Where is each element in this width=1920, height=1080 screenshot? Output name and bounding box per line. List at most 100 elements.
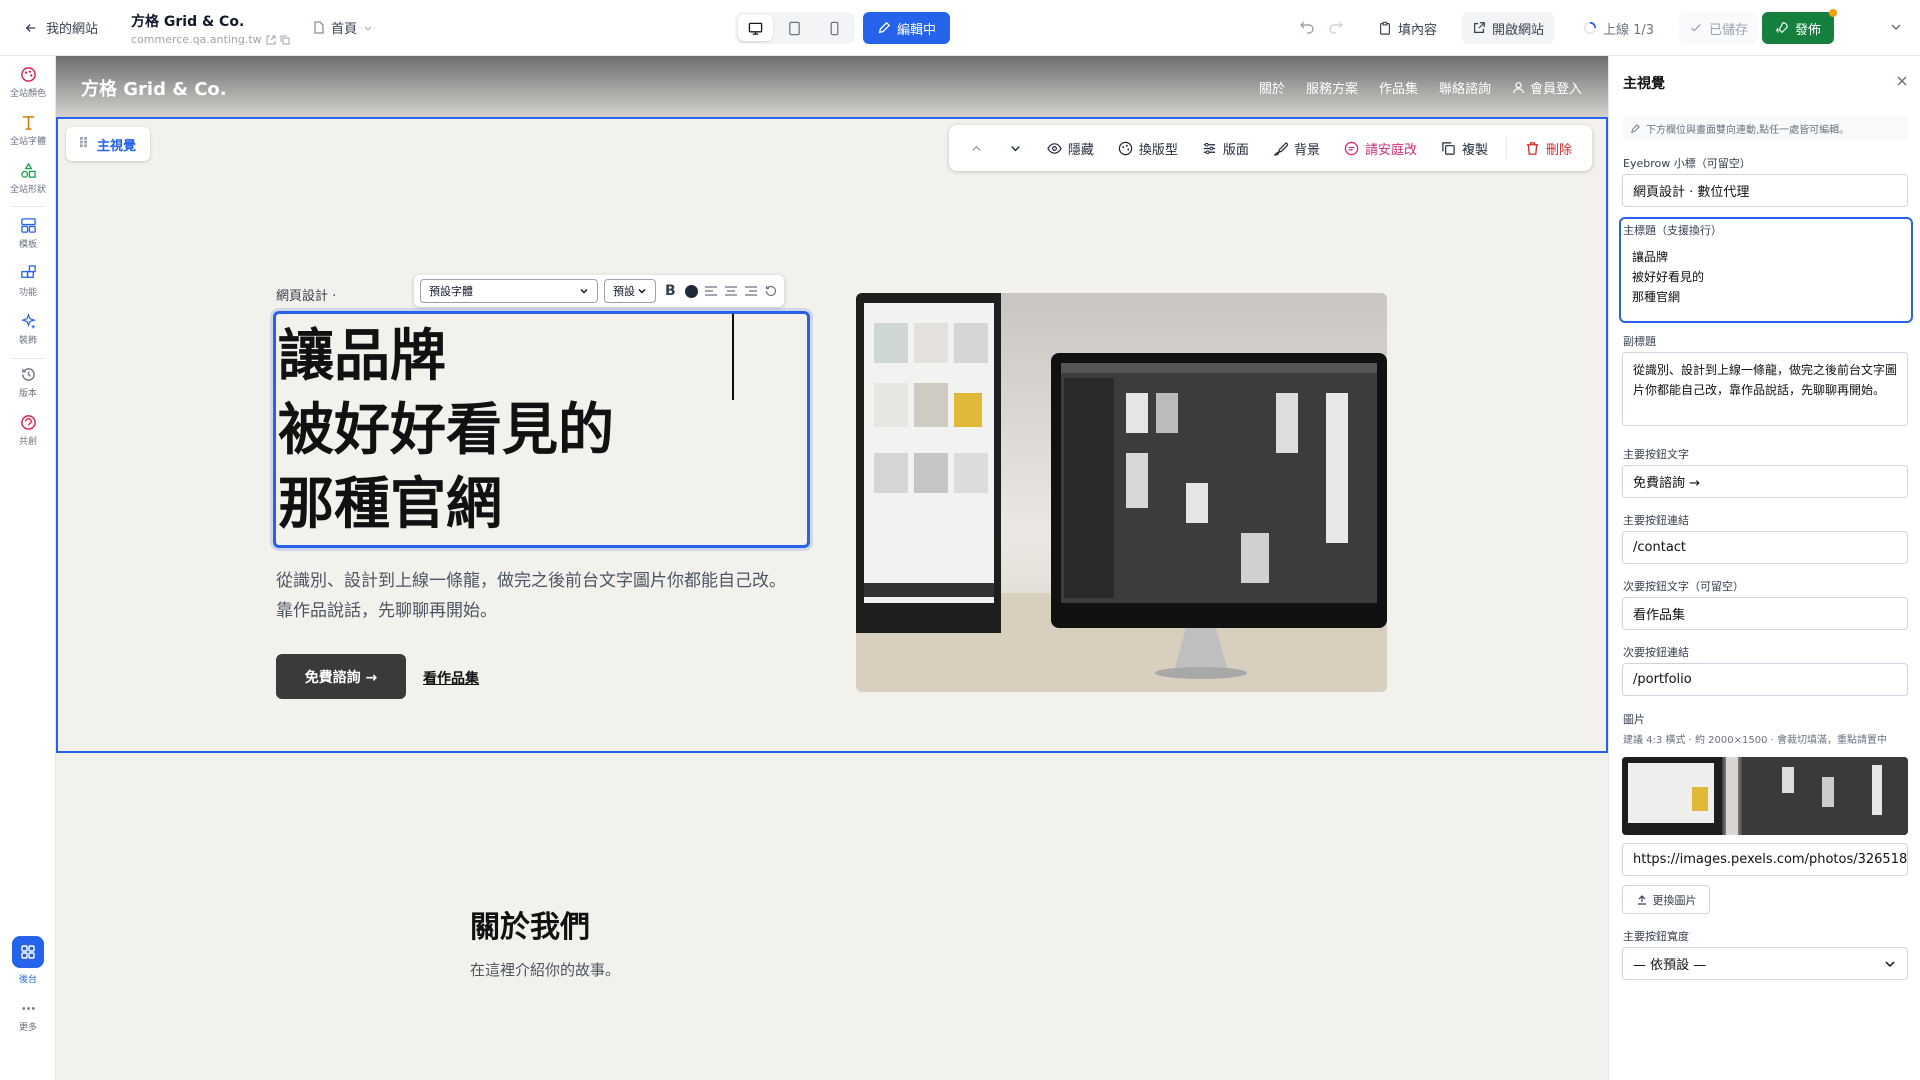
background-label: 背景 <box>1293 142 1320 158</box>
primary-button-text-input[interactable]: 免費諮詢 → <box>1622 465 1908 498</box>
rail-site-shapes[interactable]: 全站形狀 <box>0 162 56 195</box>
replace-image-button[interactable]: 更換圖片 <box>1622 885 1710 914</box>
move-up-button[interactable] <box>959 132 994 164</box>
hero-secondary-cta[interactable]: 看作品集 <box>423 668 479 688</box>
nav-contact[interactable]: 聯絡諮詢 <box>1439 78 1491 97</box>
edit-mode-button[interactable]: 編輯中 <box>863 12 950 44</box>
tablet-icon <box>789 21 801 35</box>
copy-icon[interactable] <box>280 35 290 45</box>
nav-services[interactable]: 服務方案 <box>1306 78 1358 97</box>
nav-about[interactable]: 關於 <box>1259 78 1285 97</box>
ask-ai-label: 請安庭改 <box>1364 142 1417 158</box>
trash-icon <box>1526 141 1539 155</box>
subtitle-textarea[interactable]: 從識別、設計到上線一條龍，做完之後前台文字圖片你都能自己改，靠作品說話，先聊聊再… <box>1622 352 1908 426</box>
eye-icon <box>1047 142 1062 154</box>
palette-icon <box>1118 141 1133 155</box>
rail-site-fonts[interactable]: 全站字體 <box>0 114 56 147</box>
primary-button-link-input[interactable]: /contact <box>1622 531 1908 564</box>
rail-features[interactable]: 功能 <box>0 265 56 298</box>
bold-button[interactable]: B <box>662 283 679 299</box>
delete-section-button[interactable]: 刪除 <box>1515 132 1582 164</box>
rail-co-create[interactable]: 共創 <box>0 414 56 447</box>
hero-primary-cta[interactable]: 免費諮詢 → <box>276 654 406 699</box>
hero-headline-editor[interactable]: 讓品牌 被好好看見的 那種官網 <box>273 311 810 548</box>
undo-button[interactable] <box>1299 18 1315 38</box>
align-center-button[interactable] <box>724 284 738 298</box>
rail-site-colors[interactable]: 全站顏色 <box>0 66 56 99</box>
move-down-button[interactable] <box>998 132 1033 164</box>
external-link-icon <box>266 35 276 44</box>
hero-eyebrow[interactable]: 網頁設計 · <box>276 285 336 304</box>
duplicate-button[interactable]: 複製 <box>1431 132 1498 164</box>
font-family-select[interactable]: 預設字體 <box>420 279 598 303</box>
chevron-down-icon <box>364 26 372 31</box>
undo-icon <box>1300 21 1314 34</box>
panel-hint: 下方欄位與畫面雙向連動,點任一處皆可編輯。 <box>1622 116 1908 140</box>
eyebrow-input[interactable]: 網頁設計 · 數位代理 <box>1622 174 1908 207</box>
about-title[interactable]: 關於我們 <box>470 902 590 946</box>
section-chip-label: 主視覺 <box>96 138 136 154</box>
desktop-view-button[interactable] <box>738 15 774 41</box>
headline-textarea[interactable]: 讓品牌 被好好看見的 那種官網 <box>1622 240 1908 318</box>
button-width-select[interactable]: — 依預設 — <box>1622 947 1908 980</box>
hide-label: 隱藏 <box>1067 142 1094 158</box>
reset-format-button[interactable] <box>764 284 778 298</box>
close-icon <box>1897 76 1907 86</box>
background-button[interactable]: 背景 <box>1263 132 1330 164</box>
image-url-input[interactable]: https://images.pexels.com/photos/326518 <box>1622 843 1908 876</box>
saved-label: 已儲存 <box>1709 22 1749 38</box>
hero-image[interactable] <box>856 293 1387 692</box>
co-create-icon <box>20 415 36 430</box>
rail-decorations[interactable]: 裝飾 <box>0 313 56 346</box>
rail-templates[interactable]: 模板 <box>0 217 56 250</box>
page-selector-label: 首頁 <box>331 22 358 37</box>
align-left-button[interactable] <box>704 284 718 298</box>
tablet-view-button[interactable] <box>777 15 812 41</box>
site-logo[interactable]: 方格 Grid & Co. <box>81 75 227 101</box>
nav-portfolio[interactable]: 作品集 <box>1379 78 1418 97</box>
rail-dashboard-button[interactable] <box>12 936 44 968</box>
nav-member-login[interactable]: 會員登入 <box>1512 78 1582 97</box>
change-type-button[interactable]: 換版型 <box>1108 132 1188 164</box>
rail-divider <box>12 358 44 359</box>
text-color-button[interactable] <box>684 284 698 298</box>
hero-subtitle[interactable]: 從識別、設計到上線一條龍，做完之後前台文字圖片你都能自己改。靠作品說話，先聊聊再… <box>276 566 796 626</box>
saved-indicator: 已儲存 <box>1679 12 1759 44</box>
duplicate-label: 複製 <box>1461 142 1488 158</box>
rail-dashboard-label: 後台 <box>18 975 37 985</box>
close-panel-button[interactable] <box>1895 74 1909 92</box>
deploy-status-label: 上線 1/3 <box>1603 22 1655 38</box>
text-format-toolbar: 預設字體 預設 B <box>414 275 784 307</box>
shapes-icon <box>20 162 36 178</box>
secondary-button-link-input[interactable]: /portfolio <box>1622 663 1908 696</box>
mobile-view-button[interactable] <box>817 15 852 41</box>
hide-section-button[interactable]: 隱藏 <box>1037 132 1104 164</box>
redo-button[interactable] <box>1328 18 1344 38</box>
publish-button[interactable]: 發佈 <box>1762 9 1837 44</box>
font-family-value: 預設字體 <box>429 285 473 298</box>
font-size-select[interactable]: 預設 <box>604 279 656 303</box>
rail-more[interactable]: 更多 <box>0 1000 56 1033</box>
chevron-down-icon <box>1891 24 1901 31</box>
headline-line: 讓品牌 <box>278 324 446 389</box>
open-site-button[interactable]: 開啟網站 <box>1462 12 1555 44</box>
upload-icon <box>1637 894 1646 905</box>
rail-versions[interactable]: 版本 <box>0 366 56 399</box>
ai-chat-icon <box>1344 141 1359 155</box>
document-icon <box>314 21 324 34</box>
fill-content-button[interactable]: 填內容 <box>1368 12 1447 44</box>
more-options-dropdown[interactable] <box>1889 20 1903 38</box>
layout-button[interactable]: 版面 <box>1192 132 1259 164</box>
ask-ai-edit-button[interactable]: 請安庭改 <box>1334 132 1427 164</box>
image-thumbnail[interactable] <box>1622 757 1908 835</box>
align-left-icon <box>704 286 717 296</box>
about-text[interactable]: 在這裡介紹你的故事。 <box>470 959 620 980</box>
page-selector[interactable]: 首頁 <box>312 18 373 37</box>
align-right-button[interactable] <box>744 284 758 298</box>
site-domain[interactable]: commerce.qa.anting.tw <box>131 33 290 46</box>
drag-handle-icon[interactable]: ⠿ <box>78 136 89 152</box>
back-to-my-sites-button[interactable]: 我的網站 <box>24 18 98 37</box>
panel-hint-text: 下方欄位與畫面雙向連動,點任一處皆可編輯。 <box>1646 124 1850 136</box>
section-chip[interactable]: ⠿ 主視覺 <box>66 127 150 161</box>
secondary-button-text-input[interactable]: 看作品集 <box>1622 597 1908 630</box>
